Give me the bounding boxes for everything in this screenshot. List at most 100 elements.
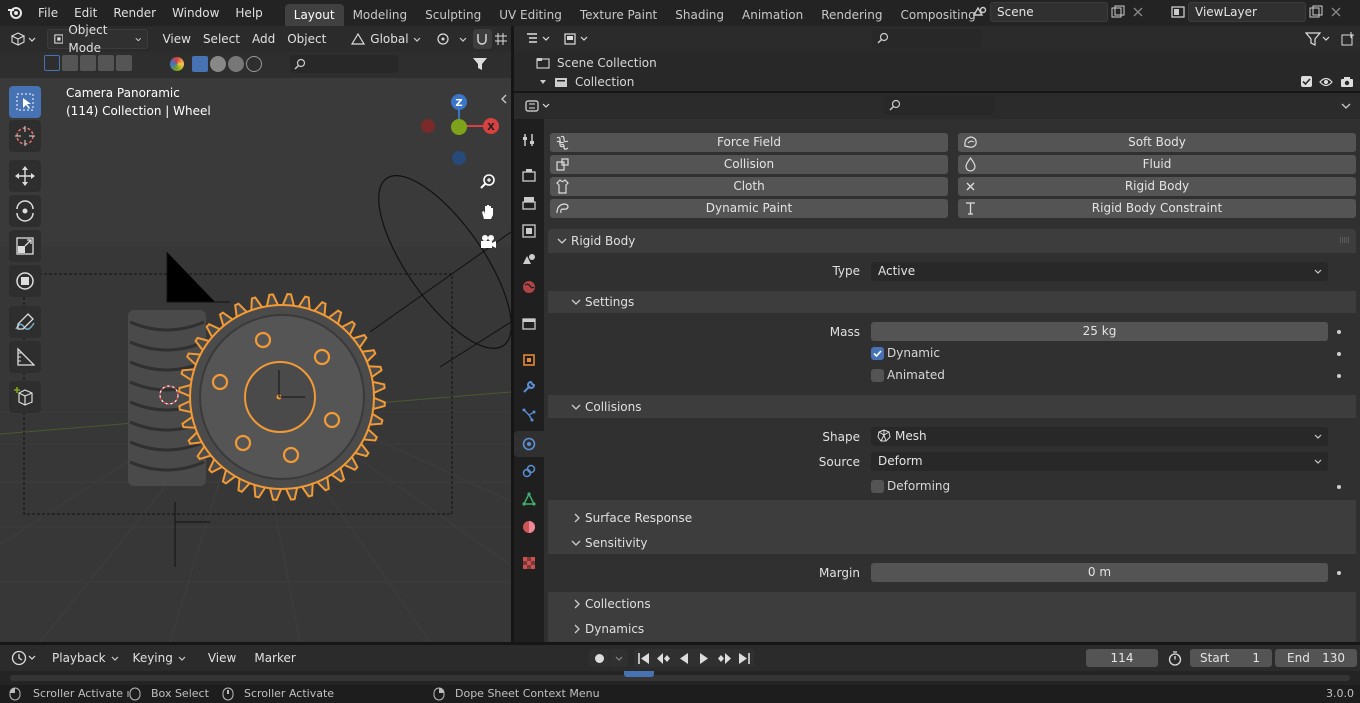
outliner-editor-type-icon[interactable]: [522, 29, 554, 49]
play-reverse-icon[interactable]: [674, 649, 694, 667]
tab-layout[interactable]: Layout: [284, 4, 344, 26]
timeline-area[interactable]: [0, 671, 1360, 685]
pivot-point-icon[interactable]: [435, 29, 454, 49]
select-box-tool[interactable]: [9, 86, 41, 118]
measure-tool[interactable]: [9, 341, 41, 373]
cloth-button[interactable]: Cloth: [550, 177, 948, 196]
keyframe-dot-icon[interactable]: [1337, 352, 1341, 356]
source-dropdown[interactable]: Deform: [871, 452, 1328, 471]
play-icon[interactable]: [694, 649, 714, 667]
blender-logo-icon[interactable]: [0, 0, 30, 26]
tab-animation[interactable]: Animation: [733, 4, 812, 26]
margin-field[interactable]: 0 m: [871, 563, 1328, 582]
timeline-scrubber[interactable]: [10, 675, 1350, 681]
preview-range-stopwatch-icon[interactable]: [1165, 648, 1185, 668]
physics-tab[interactable]: [514, 431, 544, 457]
chevron-down-icon[interactable]: [454, 29, 473, 49]
overlays-icon[interactable]: [170, 57, 184, 71]
fluid-button[interactable]: Fluid: [958, 155, 1356, 174]
dynamics-subpanel-header[interactable]: Dynamics: [548, 618, 1356, 640]
modifier-tab-icon[interactable]: [519, 377, 539, 397]
deforming-label[interactable]: Deforming: [887, 479, 950, 493]
select-box-subtract-icon[interactable]: [80, 55, 96, 71]
timeline-menu-playback[interactable]: Playback: [46, 648, 125, 668]
object-tab-icon[interactable]: [519, 350, 539, 370]
force-field-button[interactable]: Force Field: [550, 133, 948, 152]
viewport-menu-object[interactable]: Object: [281, 29, 332, 49]
scale-tool[interactable]: [9, 230, 41, 262]
zoom-icon[interactable]: [476, 170, 500, 194]
eye-icon[interactable]: [1319, 77, 1333, 87]
output-tab-icon[interactable]: [519, 193, 539, 213]
properties-options-chevron-icon[interactable]: [1336, 96, 1356, 116]
tool-tab-icon[interactable]: [519, 130, 539, 150]
keyframe-dot-icon[interactable]: [1337, 571, 1341, 575]
annotate-tool[interactable]: [9, 306, 41, 338]
collapse-toolbar-icon[interactable]: [500, 94, 510, 106]
deforming-checkbox[interactable]: [871, 480, 884, 493]
render-tab-icon[interactable]: [519, 165, 539, 185]
transform-tool[interactable]: [9, 265, 41, 297]
selection-mode-buttons[interactable]: [44, 55, 132, 71]
viewport-menu-add[interactable]: Add: [246, 29, 281, 49]
collisions-subpanel-header[interactable]: Collisions: [548, 396, 1356, 418]
tab-sculpting[interactable]: Sculpting: [416, 4, 490, 26]
surface-response-subpanel-header[interactable]: Surface Response: [548, 507, 1356, 529]
current-frame-indicator[interactable]: [624, 671, 654, 677]
particles-tab-icon[interactable]: [519, 405, 539, 425]
start-frame-field[interactable]: Start 1: [1190, 649, 1272, 667]
dynamic-label[interactable]: Dynamic: [887, 346, 940, 360]
display-mode-icon[interactable]: [560, 29, 592, 49]
move-tool[interactable]: [9, 160, 41, 192]
collection-tab-icon[interactable]: [519, 314, 539, 334]
wireframe-shading-icon[interactable]: [246, 56, 262, 72]
sensitivity-subpanel-header[interactable]: Sensitivity: [548, 532, 1356, 554]
select-box-new-icon[interactable]: [44, 55, 60, 71]
scene-selector[interactable]: Scene: [970, 2, 1148, 22]
view-layer-selector[interactable]: ViewLayer: [1168, 2, 1346, 22]
outliner-row-collection[interactable]: Collection: [514, 72, 1360, 91]
rigid-body-constraint-button[interactable]: Rigid Body Constraint: [958, 199, 1356, 218]
timeline-menu-keying[interactable]: Keying: [127, 648, 192, 668]
filter-icon[interactable]: [472, 56, 492, 74]
timeline-editor-type-icon[interactable]: [8, 648, 40, 668]
jump-to-keyframe-forward-icon[interactable]: [714, 649, 734, 667]
menu-help[interactable]: Help: [227, 0, 270, 26]
timeline-menu-marker[interactable]: Marker: [248, 648, 301, 668]
material-shading-icon[interactable]: [210, 56, 226, 72]
animated-checkbox[interactable]: [871, 369, 884, 382]
3d-viewport[interactable]: Z X Camera Panoramic (114) Collection | …: [0, 52, 511, 642]
texture-tab-icon[interactable]: [519, 553, 539, 573]
menu-window[interactable]: Window: [164, 0, 227, 26]
select-box-intersect-icon[interactable]: [116, 55, 132, 71]
rigid-body-panel-header[interactable]: Rigid Body: [548, 229, 1356, 253]
jump-to-start-icon[interactable]: [634, 649, 654, 667]
scene-tab-icon[interactable]: [519, 249, 539, 269]
new-collection-icon[interactable]: [1338, 29, 1358, 49]
properties-search-field[interactable]: [884, 96, 994, 115]
collision-button[interactable]: Collision: [550, 155, 948, 174]
disclosure-triangle-icon[interactable]: [539, 78, 547, 86]
close-scene-icon[interactable]: [1128, 2, 1148, 22]
dynamic-paint-button[interactable]: Dynamic Paint: [550, 199, 948, 218]
pan-hand-icon[interactable]: [476, 200, 500, 224]
timeline-menu-view[interactable]: View: [202, 648, 242, 668]
jump-to-end-icon[interactable]: [734, 649, 754, 667]
outliner-row-scene-collection[interactable]: Scene Collection: [514, 53, 1360, 72]
collections-subpanel-header[interactable]: Collections: [548, 593, 1356, 615]
type-dropdown[interactable]: Active: [871, 262, 1328, 281]
soft-body-button[interactable]: Soft Body: [958, 133, 1356, 152]
keyframe-dot-icon[interactable]: [1337, 374, 1341, 378]
tab-uv-editing[interactable]: UV Editing: [490, 4, 571, 26]
settings-subpanel-header[interactable]: Settings: [548, 291, 1356, 313]
viewport-menu-select[interactable]: Select: [197, 29, 246, 49]
duplicate-view-layer-icon[interactable]: [1306, 2, 1326, 22]
close-view-layer-icon[interactable]: [1326, 2, 1346, 22]
dynamic-checkbox[interactable]: [871, 347, 884, 360]
scene-name-field[interactable]: Scene: [990, 2, 1108, 22]
data-tab-icon[interactable]: [519, 489, 539, 509]
outliner-filter-icon[interactable]: [1300, 29, 1336, 49]
cursor-tool[interactable]: [9, 120, 41, 152]
constraints-tab-icon[interactable]: [519, 461, 539, 481]
properties-editor-type-icon[interactable]: [522, 96, 554, 116]
